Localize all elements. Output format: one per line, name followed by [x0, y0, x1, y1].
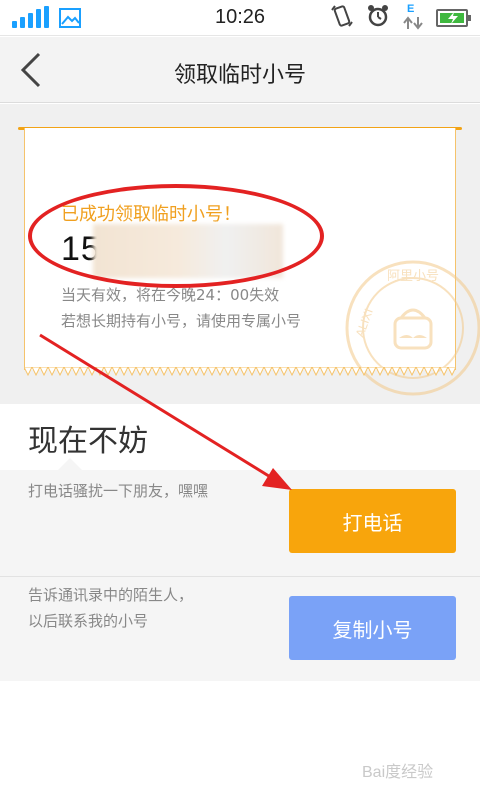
call-button[interactable]: 打电话 [289, 489, 456, 553]
page-title: 领取临时小号 [173, 63, 306, 88]
svg-text:阿里小号: 阿里小号 [387, 269, 439, 284]
copy-description-line1: 告诉通讯录中的陌生人， [28, 586, 194, 604]
rotation-lock-icon [330, 4, 354, 32]
data-arrows-icon: E [402, 3, 424, 31]
title-bar: 领取临时小号 [0, 37, 480, 103]
alarm-clock-icon [366, 4, 390, 32]
copy-number-button[interactable]: 复制小号 [289, 596, 456, 660]
call-description: 打电话骚扰一下朋友，嘿嘿 [28, 482, 209, 500]
battery-charging-icon [436, 9, 471, 27]
svg-text:ALIXI: ALIXI [353, 307, 376, 339]
row-notch [58, 458, 82, 470]
section-heading: 现在不妨 [28, 424, 148, 459]
long-term-note: 若想长期持有小号，请使用专属小号 [61, 312, 302, 330]
status-bar: 10:26 E [0, 0, 480, 36]
annotation-oval [28, 184, 324, 288]
baidu-watermark: Bai度经验 [362, 764, 434, 781]
ticket-zigzag-edge [23, 364, 457, 377]
copy-description-line2: 以后联系我的小号 [28, 612, 149, 630]
